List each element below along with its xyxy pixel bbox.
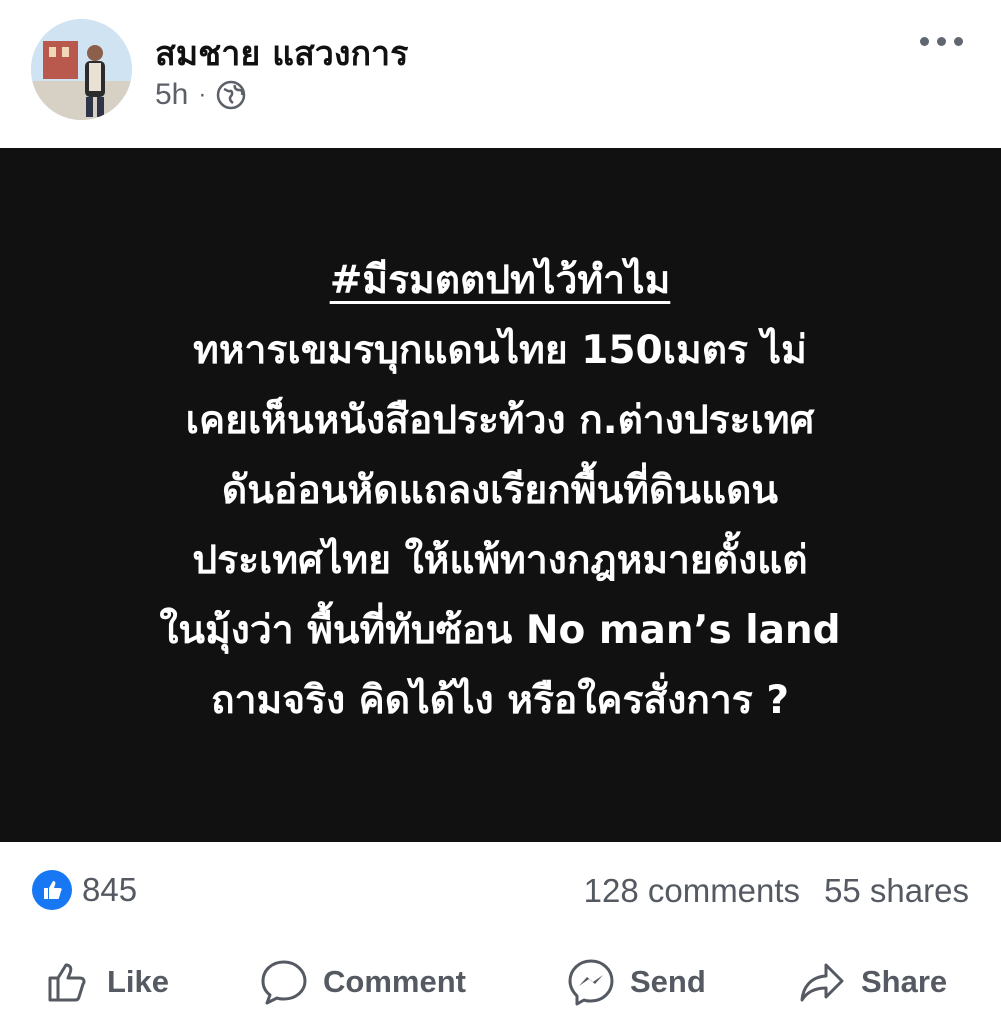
author-name[interactable]: สมชาย แสวงการ bbox=[155, 26, 408, 80]
meta-separator: · bbox=[198, 81, 207, 108]
post-line: ประเทศไทย ให้แพ้ทางกฎหมายตั้งแต่ bbox=[192, 538, 808, 583]
like-summary[interactable]: 845 bbox=[32, 870, 137, 910]
more-dot-icon bbox=[954, 36, 963, 46]
post-line: ทหารเขมรบุกแดนไทย 150เมตร ไม่ bbox=[193, 328, 807, 373]
comment-share-counts: 128 comments 55 shares bbox=[584, 872, 969, 910]
comment-label: Comment bbox=[323, 964, 466, 999]
share-label: Share bbox=[861, 964, 948, 999]
globe-icon bbox=[216, 80, 246, 110]
comment-button[interactable]: Comment bbox=[259, 952, 466, 1012]
like-button[interactable]: Like bbox=[43, 952, 169, 1012]
more-dot-icon bbox=[920, 36, 929, 46]
avatar[interactable] bbox=[31, 19, 132, 120]
like-label: Like bbox=[107, 964, 170, 999]
share-button[interactable]: Share bbox=[797, 952, 947, 1012]
post-header: สมชาย แสวงการ 5h · bbox=[0, 0, 1001, 148]
post-line: ถามจริง คิดได้ไง หรือใครสั่งการ ? bbox=[211, 678, 789, 723]
post-meta: 5h · bbox=[155, 78, 246, 112]
like-badge-icon bbox=[32, 870, 72, 910]
more-dot-icon bbox=[937, 36, 946, 46]
thumbs-up-icon bbox=[48, 963, 86, 1002]
comment-count[interactable]: 128 comments bbox=[584, 872, 800, 910]
post-line: ดันอ่อนหัดแถลงเรียกพื้นที่ดินแดน bbox=[221, 468, 779, 513]
post-content: #มีรมตตปทไว้ทำไม ทหารเขมรบุกแดนไทย 150เม… bbox=[70, 246, 930, 736]
send-button[interactable]: Send bbox=[566, 952, 706, 1012]
engagement-stats: 845 128 comments 55 shares bbox=[0, 858, 1001, 928]
post-image[interactable]: #มีรมตตปทไว้ทำไม ทหารเขมรบุกแดนไทย 150เม… bbox=[0, 148, 1001, 842]
post-actions: Like Comment Send Share bbox=[0, 940, 1001, 1024]
post-time[interactable]: 5h bbox=[155, 78, 188, 112]
send-label: Send bbox=[630, 964, 706, 999]
post-line: เคยเห็นหนังสือประท้วง ก.ต่างประเทศ bbox=[185, 398, 815, 443]
comment-icon bbox=[261, 960, 307, 1005]
share-arrow-icon bbox=[800, 963, 844, 1002]
like-count: 845 bbox=[82, 871, 138, 908]
post-hashtag[interactable]: #มีรมตตปทไว้ทำไม bbox=[70, 246, 930, 316]
post-line: ในมุ้งว่า พื้นที่ทับซ้อน No man’s land bbox=[159, 608, 841, 653]
messenger-icon bbox=[568, 959, 614, 1006]
more-options-icon[interactable] bbox=[920, 26, 970, 56]
share-count[interactable]: 55 shares bbox=[824, 872, 969, 910]
